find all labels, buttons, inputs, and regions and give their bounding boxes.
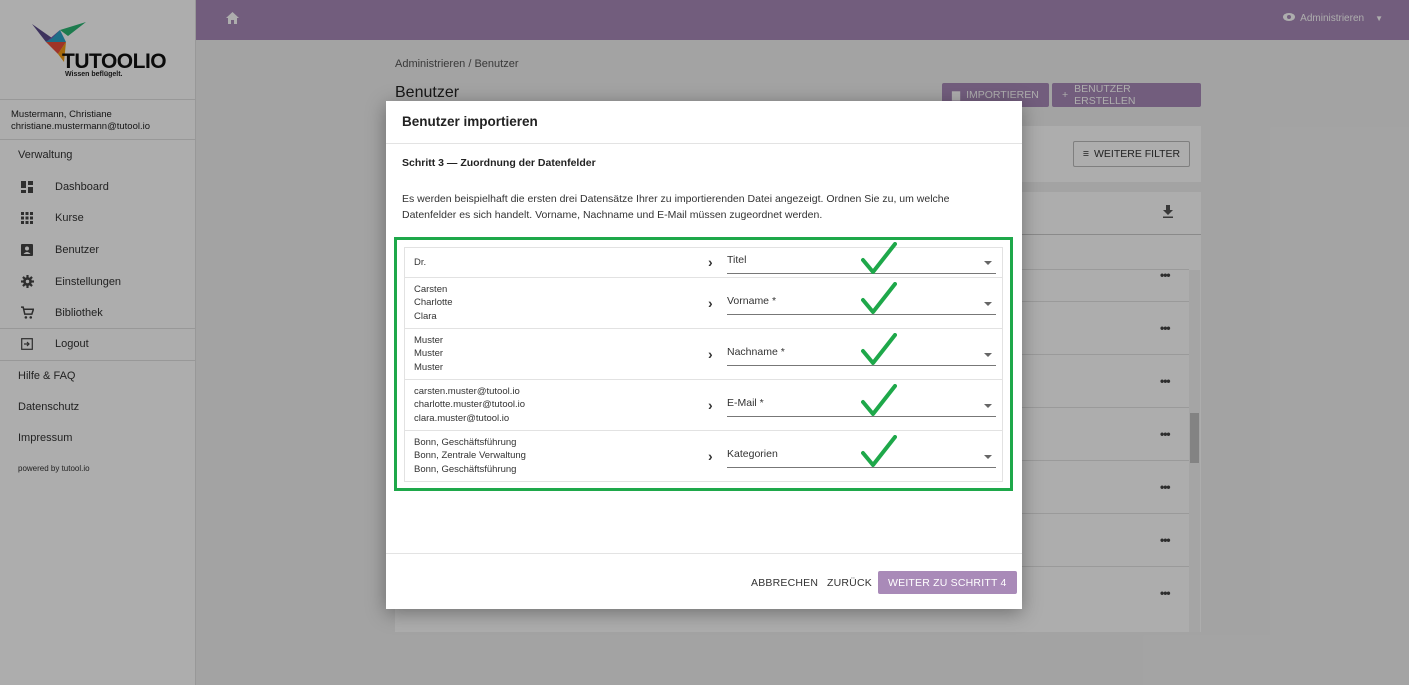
sample-values: carsten.muster@tutool.io charlotte.muste… bbox=[414, 385, 525, 425]
sample-value: Charlotte bbox=[414, 297, 453, 309]
mapping-row: Dr. › Titel bbox=[405, 242, 1002, 278]
back-button[interactable]: ZURÜCK bbox=[827, 571, 872, 594]
select-value: E-Mail * bbox=[727, 397, 764, 409]
chevron-right-icon: › bbox=[708, 254, 713, 270]
select-value: Vorname * bbox=[727, 295, 777, 307]
field-mapping-highlight: Dr. › Titel Carsten Charlotte Clara › Vo… bbox=[394, 237, 1013, 491]
sample-values: Muster Muster Muster bbox=[414, 334, 443, 374]
sample-value: Carsten bbox=[414, 284, 448, 295]
mapping-row: Muster Muster Muster › Nachname * bbox=[405, 329, 1002, 380]
checkmark-icon bbox=[861, 435, 897, 467]
dropdown-caret-icon bbox=[984, 353, 992, 357]
field-mapping-table: Dr. › Titel Carsten Charlotte Clara › Vo… bbox=[404, 242, 1003, 482]
dialog-footer-divider bbox=[386, 553, 1022, 554]
sample-value: Clara bbox=[414, 310, 437, 322]
mapping-row: Carsten Charlotte Clara › Vorname * bbox=[405, 278, 1002, 329]
sample-value: Muster bbox=[414, 348, 444, 360]
dialog-title: Benutzer importieren bbox=[386, 101, 1022, 144]
select-value: Kategorien bbox=[727, 448, 778, 460]
sample-value: Bonn, Zentrale Verwaltung bbox=[414, 450, 526, 462]
dropdown-caret-icon bbox=[984, 261, 992, 265]
sample-values: Dr. bbox=[414, 256, 426, 269]
cancel-button[interactable]: ABBRECHEN bbox=[751, 571, 818, 594]
sample-value: charlotte.muster@tutool.io bbox=[414, 399, 526, 411]
step-title: Schritt 3 — Zuordnung der Datenfelder bbox=[402, 157, 596, 169]
sample-value: Bonn, Geschäftsführung bbox=[414, 437, 517, 448]
dropdown-caret-icon bbox=[984, 455, 992, 459]
sample-values: Bonn, Geschäftsführung Bonn, Zentrale Ve… bbox=[414, 436, 526, 476]
dropdown-caret-icon bbox=[984, 302, 992, 306]
sample-value: Muster bbox=[414, 361, 444, 373]
mapping-row: carsten.muster@tutool.io charlotte.muste… bbox=[405, 380, 1002, 431]
checkmark-icon bbox=[861, 282, 897, 314]
checkmark-icon bbox=[861, 242, 897, 274]
sample-value: carsten.muster@tutool.io bbox=[414, 386, 520, 397]
chevron-right-icon: › bbox=[708, 397, 713, 413]
import-dialog: Benutzer importieren Schritt 3 — Zuordnu… bbox=[386, 101, 1022, 609]
next-step-button[interactable]: WEITER ZU SCHRITT 4 bbox=[878, 571, 1017, 594]
checkmark-icon bbox=[861, 333, 897, 365]
chevron-right-icon: › bbox=[708, 346, 713, 362]
select-value: Nachname * bbox=[727, 346, 785, 358]
dropdown-caret-icon bbox=[984, 404, 992, 408]
chevron-right-icon: › bbox=[708, 448, 713, 464]
sample-value: Dr. bbox=[414, 257, 427, 268]
sample-value: Bonn, Geschäftsführung bbox=[414, 463, 517, 475]
chevron-right-icon: › bbox=[708, 295, 713, 311]
select-value: Titel bbox=[727, 254, 747, 266]
checkmark-icon bbox=[861, 384, 897, 416]
sample-value: Muster bbox=[414, 335, 444, 346]
sample-values: Carsten Charlotte Clara bbox=[414, 283, 453, 323]
step-description: Es werden beispielhaft die ersten drei D… bbox=[402, 193, 950, 221]
sample-value: clara.muster@tutool.io bbox=[414, 412, 510, 424]
mapping-row: Bonn, Geschäftsführung Bonn, Zentrale Ve… bbox=[405, 431, 1002, 482]
